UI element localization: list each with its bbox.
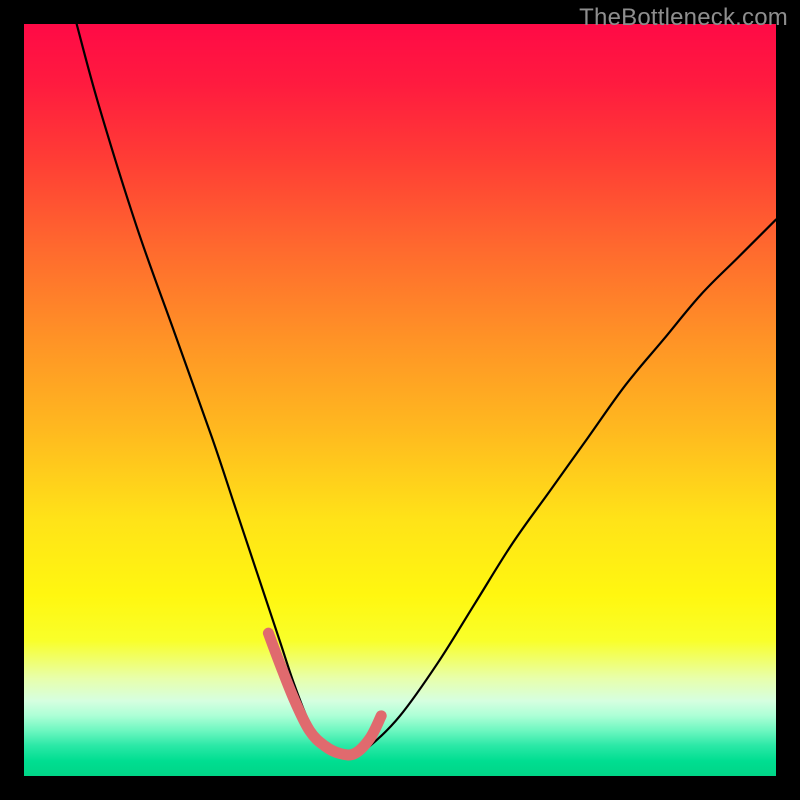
- highlight-segment: [268, 633, 381, 755]
- watermark-text: TheBottleneck.com: [579, 4, 788, 32]
- main-curve: [77, 24, 776, 754]
- chart-stage: TheBottleneck.com: [0, 0, 800, 800]
- curve-layer: [24, 24, 776, 776]
- plot-area: [24, 24, 776, 776]
